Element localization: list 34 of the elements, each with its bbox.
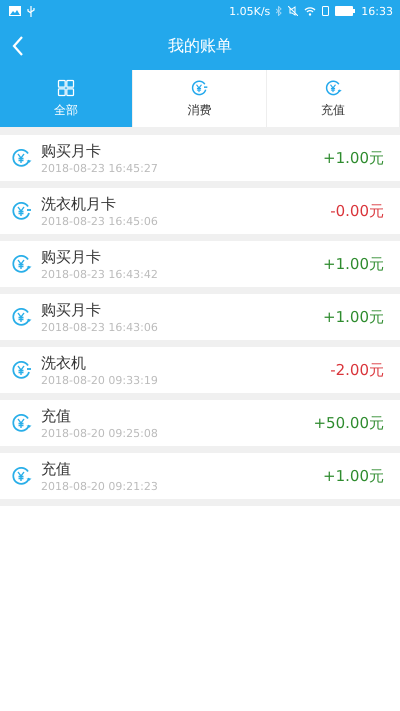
bill-time: 2018-08-23 16:43:06 <box>41 320 159 334</box>
bill-name: 购买月卡 <box>41 300 102 320</box>
bill-name: 洗衣机月卡 <box>41 194 117 214</box>
bill-name: 购买月卡 <box>41 142 102 160</box>
image-icon <box>9 6 21 16</box>
bluetooth-icon <box>276 6 282 16</box>
network-speed: 1.05K/s <box>229 4 270 18</box>
bill-time: 2018-08-23 16:45:27 <box>41 162 159 174</box>
bill-amount: +1.00元 <box>323 308 384 326</box>
clock-time: 16:33 <box>361 4 393 18</box>
page-title: 我的账单 <box>168 36 232 56</box>
bill-name: 购买月卡 <box>41 248 102 266</box>
bill-name: 充值 <box>41 460 72 478</box>
bill-time: 2018-08-23 16:45:06 <box>41 214 159 228</box>
wifi-icon <box>304 6 316 16</box>
sim-icon <box>322 6 330 16</box>
bill-amount: +1.00元 <box>323 466 384 486</box>
back-icon <box>12 36 24 56</box>
bill-name: 洗衣机 <box>41 354 87 372</box>
bill-time: 2018-08-20 09:25:08 <box>41 426 159 440</box>
bill-amount: -0.00元 <box>330 202 384 220</box>
grid-icon <box>56 78 76 98</box>
bill-amount: +50.00元 <box>313 414 384 432</box>
bill-amount: +1.00元 <box>323 148 384 168</box>
usb-icon <box>27 6 35 16</box>
bill-name: 充值 <box>41 406 72 426</box>
bill-time: 2018-08-20 09:21:23 <box>41 480 159 492</box>
bill-amount: +1.00元 <box>323 254 384 274</box>
yen-coin-icon <box>189 78 210 98</box>
bill-amount: -2.00元 <box>330 360 384 380</box>
battery-icon <box>335 6 356 16</box>
bill-time: 2018-08-23 16:43:42 <box>41 268 159 280</box>
mute-icon <box>288 6 298 16</box>
bill-time: 2018-08-20 09:33:19 <box>41 374 159 386</box>
